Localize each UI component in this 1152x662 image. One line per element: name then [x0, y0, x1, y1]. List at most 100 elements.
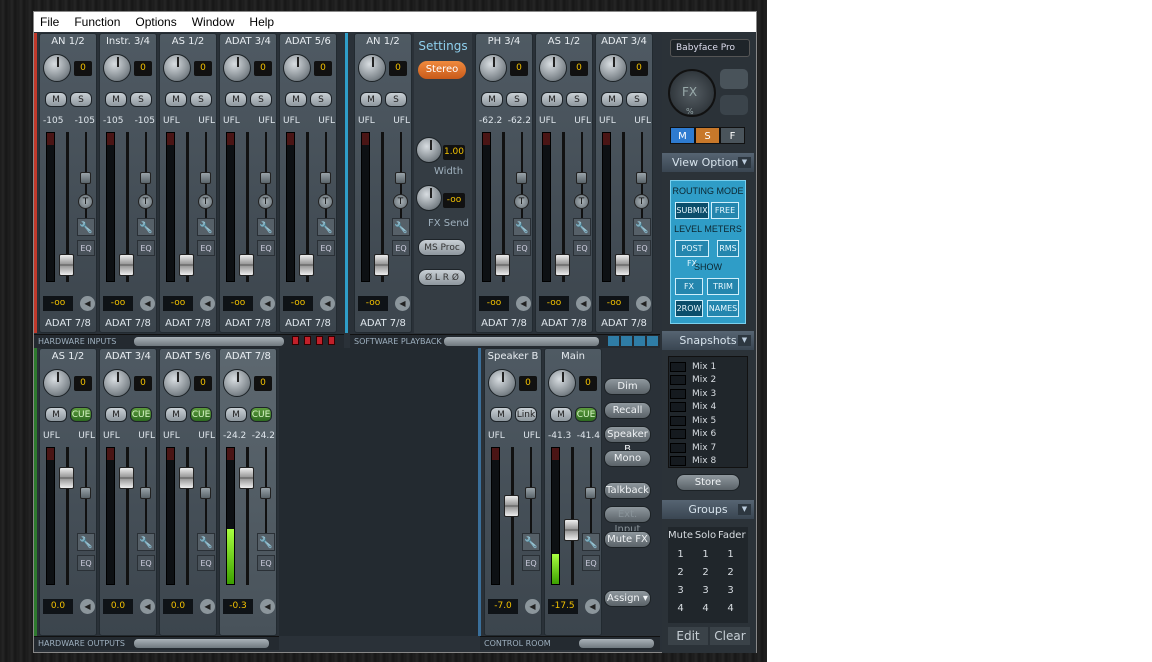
pan-slider[interactable] [516, 172, 527, 184]
solo-button[interactable]: S [626, 92, 648, 107]
channel-name[interactable]: ADAT 5/6 [280, 36, 336, 47]
group-cell[interactable]: 3 [718, 585, 743, 596]
channel-name[interactable]: ADAT 3/4 [596, 36, 652, 47]
snapshot-slot[interactable] [670, 375, 686, 385]
trim-button[interactable]: T [198, 194, 213, 209]
volume-fader[interactable] [555, 254, 570, 276]
room-button-7[interactable]: Assign ▾ [604, 590, 651, 607]
cue-button[interactable]: CUE [190, 407, 212, 422]
chevron-down-icon[interactable]: ▼ [738, 504, 751, 515]
gain-knob[interactable] [599, 54, 627, 82]
arrow-icon[interactable]: ◀ [80, 599, 95, 614]
gain-knob[interactable] [223, 54, 251, 82]
volume-fader[interactable] [615, 254, 630, 276]
eq-button[interactable]: EQ [633, 240, 651, 256]
group-cell[interactable]: 4 [693, 603, 718, 614]
trim-button[interactable]: T [574, 194, 589, 209]
mute-button[interactable]: M [601, 92, 623, 107]
eq-button[interactable]: EQ [77, 240, 95, 256]
routing-target[interactable]: ADAT 7/8 [160, 318, 216, 329]
clear-button[interactable]: Clear [710, 627, 750, 645]
channel-name[interactable]: ADAT 7/8 [220, 351, 276, 362]
room-button-2[interactable]: Speaker B [604, 426, 651, 455]
submix-button[interactable]: SUBMIX [675, 202, 709, 219]
solo-button[interactable]: S [566, 92, 588, 107]
arrow-icon[interactable]: ◀ [516, 296, 531, 311]
wrench-icon[interactable]: 🔧 [522, 533, 540, 551]
channel-name[interactable]: AN 1/2 [40, 36, 96, 47]
routing-target[interactable]: ADAT 7/8 [355, 318, 411, 329]
edit-button[interactable]: Edit [668, 627, 708, 645]
pan-slider[interactable] [576, 172, 587, 184]
msf-button-1[interactable]: S [695, 127, 720, 144]
room-button-1[interactable]: Recall [604, 402, 651, 419]
snapshots-header[interactable]: Snapshots ▼ [662, 331, 754, 350]
eq-button[interactable]: EQ [197, 240, 215, 256]
wrench-icon[interactable]: 🔧 [77, 218, 95, 236]
channel-name[interactable]: AS 1/2 [536, 36, 592, 47]
gain-knob[interactable] [539, 54, 567, 82]
group-cell[interactable]: 3 [693, 585, 718, 596]
arrow-icon[interactable]: ◀ [140, 599, 155, 614]
gain-value[interactable]: 0 [134, 61, 152, 76]
trim-button[interactable]: T [318, 194, 333, 209]
snapshot-slot[interactable] [670, 388, 686, 399]
routing-target[interactable]: ADAT 7/8 [280, 318, 336, 329]
trim-button[interactable]: T [258, 194, 273, 209]
gain-knob[interactable] [163, 54, 191, 82]
2row-button[interactable]: 2ROW [675, 300, 703, 317]
trim-show-button[interactable]: TRIM [707, 278, 739, 295]
pan-slider[interactable] [320, 172, 331, 184]
menu-window[interactable]: Window [186, 15, 244, 29]
undo-icon[interactable] [720, 69, 748, 89]
trim-button[interactable]: T [138, 194, 153, 209]
menu-function[interactable]: Function [68, 15, 129, 29]
volume-fader[interactable] [179, 467, 194, 489]
volume-fader[interactable] [119, 467, 134, 489]
channel-name[interactable]: Main [545, 351, 601, 362]
group-cell[interactable]: 3 [668, 585, 693, 596]
arrow-icon[interactable]: ◀ [260, 599, 275, 614]
volume-fader[interactable] [564, 519, 579, 541]
volume-fader[interactable] [59, 467, 74, 489]
pan-slider[interactable] [200, 172, 211, 184]
arrow-icon[interactable]: ◀ [636, 296, 651, 311]
solo-button[interactable]: S [250, 92, 272, 107]
eq-button[interactable]: EQ [317, 240, 335, 256]
outputs-scrollbar[interactable] [134, 639, 269, 648]
room-scrollbar[interactable] [579, 639, 654, 648]
room-button-6[interactable]: Mute FX [604, 531, 651, 548]
mute-button[interactable]: M [481, 92, 503, 107]
channel-name[interactable]: AS 1/2 [160, 36, 216, 47]
mute-button[interactable]: M [360, 92, 382, 107]
snapshot-item[interactable]: Mix 1 [670, 360, 748, 373]
gain-knob[interactable] [103, 369, 131, 397]
menu-help[interactable]: Help [243, 15, 283, 29]
playback-toggle[interactable] [608, 336, 619, 346]
wrench-icon[interactable]: 🔧 [633, 218, 651, 236]
volume-fader[interactable] [179, 254, 194, 276]
mute-button[interactable]: M [285, 92, 307, 107]
mute-button[interactable]: M [105, 407, 127, 422]
playback-scrollbar[interactable] [444, 337, 599, 346]
room-button-4[interactable]: Talkback [604, 482, 651, 499]
eq-button[interactable]: EQ [582, 555, 600, 571]
snapshot-item[interactable]: Mix 4 [670, 401, 748, 414]
volume-fader[interactable] [299, 254, 314, 276]
routing-target[interactable]: ADAT 7/8 [596, 318, 652, 329]
gain-knob[interactable] [103, 54, 131, 82]
solo-button[interactable]: S [506, 92, 528, 107]
arrow-icon[interactable]: ◀ [585, 599, 600, 614]
pan-slider[interactable] [140, 487, 151, 499]
mute-button[interactable]: M [225, 92, 247, 107]
trim-button[interactable]: T [514, 194, 529, 209]
mute-button[interactable]: M [45, 407, 67, 422]
solo-button[interactable]: S [385, 92, 407, 107]
mute-button[interactable]: M [105, 92, 127, 107]
input-toggle[interactable] [292, 336, 299, 345]
post-fx-button[interactable]: POST FX [675, 240, 709, 268]
wrench-icon[interactable]: 🔧 [317, 218, 335, 236]
mute-button[interactable]: M [490, 407, 512, 422]
arrow-icon[interactable]: ◀ [320, 296, 335, 311]
snapshot-item[interactable]: Mix 8 [670, 455, 748, 468]
